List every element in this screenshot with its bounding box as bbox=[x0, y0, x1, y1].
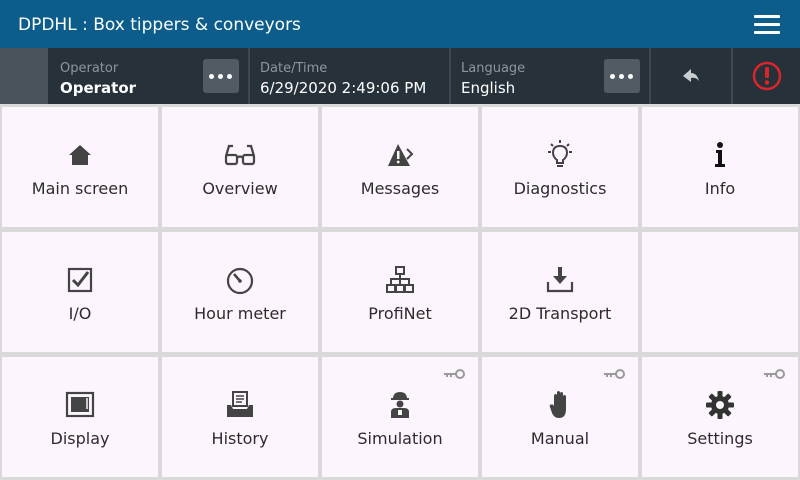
tile-simulation[interactable]: Simulation bbox=[322, 357, 478, 477]
operator-value: Operator bbox=[60, 79, 137, 97]
download-tray-icon bbox=[542, 262, 578, 298]
alarm-exclamation-icon bbox=[752, 61, 782, 91]
gear-icon bbox=[702, 387, 738, 423]
language-more-button[interactable] bbox=[604, 59, 640, 93]
language-field: Language English bbox=[451, 48, 649, 104]
operator-more-button[interactable] bbox=[203, 59, 239, 93]
datetime-label: Date/Time bbox=[260, 61, 328, 76]
language-label: Language bbox=[461, 61, 526, 76]
tile-display[interactable]: Display bbox=[2, 357, 158, 477]
app-title: DPDHL : Box tippers & conveyors bbox=[18, 15, 301, 35]
tile-label: Hour meter bbox=[194, 304, 286, 323]
tile-label: Overview bbox=[202, 179, 278, 198]
navigation-grid: Main screen Overview Messages Diagnostic… bbox=[0, 104, 800, 480]
operator-field: Operator Operator bbox=[50, 48, 248, 104]
tile-overview[interactable]: Overview bbox=[162, 107, 318, 227]
tile-label: Settings bbox=[687, 429, 753, 448]
gauge-icon bbox=[222, 262, 258, 298]
back-button[interactable] bbox=[651, 48, 731, 104]
hamburger-menu-icon[interactable] bbox=[751, 12, 783, 38]
warning-messages-icon bbox=[382, 137, 418, 173]
operator-label: Operator bbox=[60, 61, 119, 76]
alarm-button[interactable] bbox=[733, 48, 800, 104]
tile-profinet[interactable]: ProfiNet bbox=[322, 232, 478, 352]
tile-settings[interactable]: Settings bbox=[642, 357, 798, 477]
datetime-field: Date/Time 6/29/2020 2:49:06 PM bbox=[250, 48, 449, 104]
info-bar-grip bbox=[0, 48, 48, 104]
history-inbox-icon bbox=[222, 387, 258, 423]
tile-hour-meter[interactable]: Hour meter bbox=[162, 232, 318, 352]
tile-label: Manual bbox=[530, 429, 590, 448]
tile-label: History bbox=[211, 429, 269, 448]
info-icon bbox=[702, 137, 738, 173]
tile-label: I/O bbox=[68, 304, 92, 323]
tile-label: Messages bbox=[360, 179, 440, 198]
tile-history[interactable]: History bbox=[162, 357, 318, 477]
tile-empty bbox=[642, 232, 798, 352]
home-icon bbox=[62, 137, 98, 173]
tile-info[interactable]: Info bbox=[642, 107, 798, 227]
glasses-icon bbox=[222, 137, 258, 173]
tile-main-screen[interactable]: Main screen bbox=[2, 107, 158, 227]
info-bar: Operator Operator Date/Time 6/29/2020 2:… bbox=[0, 48, 800, 104]
tile-2d-transport[interactable]: 2D Transport bbox=[482, 232, 638, 352]
key-lock-icon bbox=[604, 369, 625, 379]
tile-messages[interactable]: Messages bbox=[322, 107, 478, 227]
worker-icon bbox=[382, 387, 418, 423]
tile-label: Main screen bbox=[31, 179, 129, 198]
lightbulb-icon bbox=[542, 137, 578, 173]
tile-label: Display bbox=[50, 429, 110, 448]
tile-label: 2D Transport bbox=[508, 304, 612, 323]
datetime-value: 6/29/2020 2:49:06 PM bbox=[260, 79, 427, 97]
language-value: English bbox=[461, 79, 516, 97]
network-icon bbox=[382, 262, 418, 298]
title-bar: DPDHL : Box tippers & conveyors bbox=[0, 0, 800, 48]
tile-label: ProfiNet bbox=[368, 304, 432, 323]
checkbox-icon bbox=[62, 262, 98, 298]
tile-diagnostics[interactable]: Diagnostics bbox=[482, 107, 638, 227]
tile-io[interactable]: I/O bbox=[2, 232, 158, 352]
tile-label: Simulation bbox=[357, 429, 443, 448]
display-icon bbox=[62, 387, 98, 423]
tile-manual[interactable]: Manual bbox=[482, 357, 638, 477]
back-arrow-icon bbox=[683, 69, 699, 82]
tile-label: Diagnostics bbox=[513, 179, 607, 198]
hand-icon bbox=[542, 387, 578, 423]
key-lock-icon bbox=[764, 369, 785, 379]
key-lock-icon bbox=[444, 369, 465, 379]
tile-label: Info bbox=[704, 179, 736, 198]
